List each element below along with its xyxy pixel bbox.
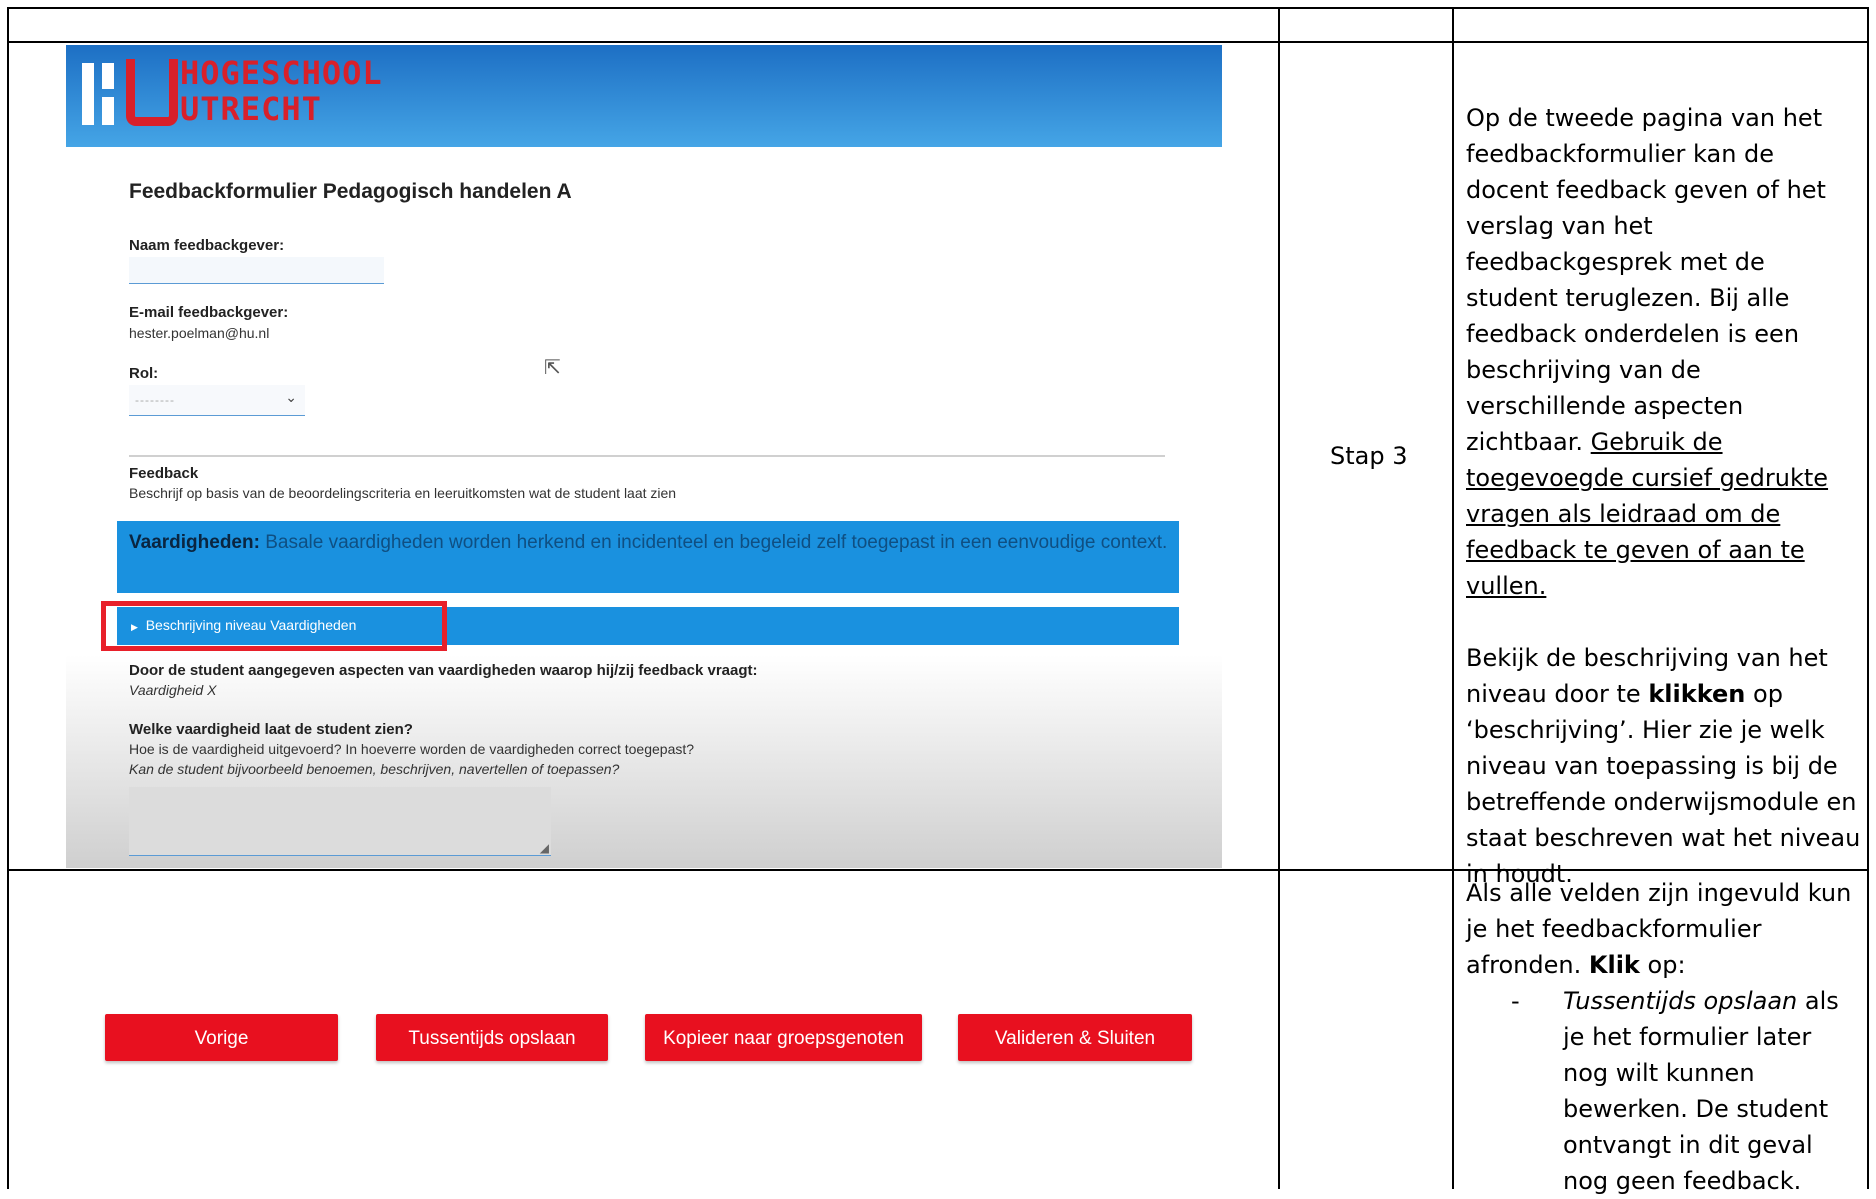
table-border-right: [1867, 7, 1869, 1189]
aspects-value: Vaardigheid X: [129, 682, 217, 698]
instructions-bold-klik: Klik: [1588, 951, 1640, 979]
bullet-dash: -: [1511, 987, 1520, 1015]
skill-question-1: Hoe is de vaardigheid uitgevoerd? In hoe…: [129, 741, 695, 757]
role-label: Rol:: [129, 365, 159, 382]
hu-logo-u-icon: [126, 59, 178, 126]
role-select[interactable]: -------- ⌄: [129, 385, 305, 416]
table-col-divider-1: [1278, 7, 1280, 1189]
highlight-frame: [101, 601, 447, 651]
table-border-left: [7, 7, 9, 1189]
table-col-divider-2: [1452, 7, 1454, 1189]
instructions-finish: Als alle velden zijn ingevuld kun je het…: [1466, 879, 1852, 1195]
role-select-value: --------: [135, 393, 175, 407]
resize-handle-icon[interactable]: ◢: [540, 841, 549, 855]
name-input[interactable]: [129, 257, 384, 283]
feedback-description: Beschrijf op basis van de beoordelingscr…: [129, 485, 677, 501]
mouse-cursor-icon: ⇱: [544, 357, 561, 379]
aspects-label: Door de student aangegeven aspecten van …: [129, 662, 758, 679]
email-value: hester.poelman@hu.nl: [129, 325, 270, 341]
instructions-p1: Op de tweede pagina van het feedbackform…: [1466, 104, 1826, 456]
section-divider: [129, 455, 1165, 457]
table-border-top: [7, 7, 1869, 9]
step-label: Stap 3: [1330, 442, 1408, 470]
name-input-underline: [129, 283, 384, 284]
form-screenshot: HOGESCHOOL UTRECHT Feedbackformulier Ped…: [66, 45, 1222, 868]
skill-question: Welke vaardigheid laat de student zien?: [129, 721, 413, 738]
skills-text: Basale vaardigheden worden herkend en in…: [265, 532, 1168, 553]
instructions-step3: Op de tweede pagina van het feedbackform…: [1466, 104, 1861, 888]
form-title: Feedbackformulier Pedagogisch handelen A: [129, 180, 572, 203]
table-row-divider-1: [7, 41, 1869, 43]
validate-close-button[interactable]: Valideren & Sluiten: [958, 1014, 1192, 1061]
feedback-heading: Feedback: [129, 465, 199, 482]
previous-button[interactable]: Vorige: [105, 1014, 338, 1061]
instructions-bold-click: klikken: [1648, 680, 1746, 708]
skill-feedback-textarea[interactable]: ◢: [129, 787, 551, 856]
name-label: Naam feedbackgever:: [129, 237, 285, 254]
hu-header: HOGESCHOOL UTRECHT: [66, 45, 1222, 147]
email-label: E-mail feedbackgever:: [129, 304, 289, 321]
copy-group-button[interactable]: Kopieer naar groepsgenoten: [645, 1014, 922, 1061]
skills-banner: Vaardigheden: Basale vaardigheden worden…: [117, 521, 1179, 593]
skill-question-2: Kan de student bijvoorbeeld benoemen, be…: [129, 761, 620, 777]
bullet-italic: Tussentijds opslaan: [1563, 987, 1798, 1015]
hu-logo-text: HOGESCHOOL UTRECHT: [180, 54, 383, 128]
chevron-down-icon: ⌄: [285, 389, 297, 405]
skills-title: Vaardigheden:: [129, 532, 260, 553]
save-interim-button[interactable]: Tussentijds opslaan: [376, 1014, 608, 1061]
